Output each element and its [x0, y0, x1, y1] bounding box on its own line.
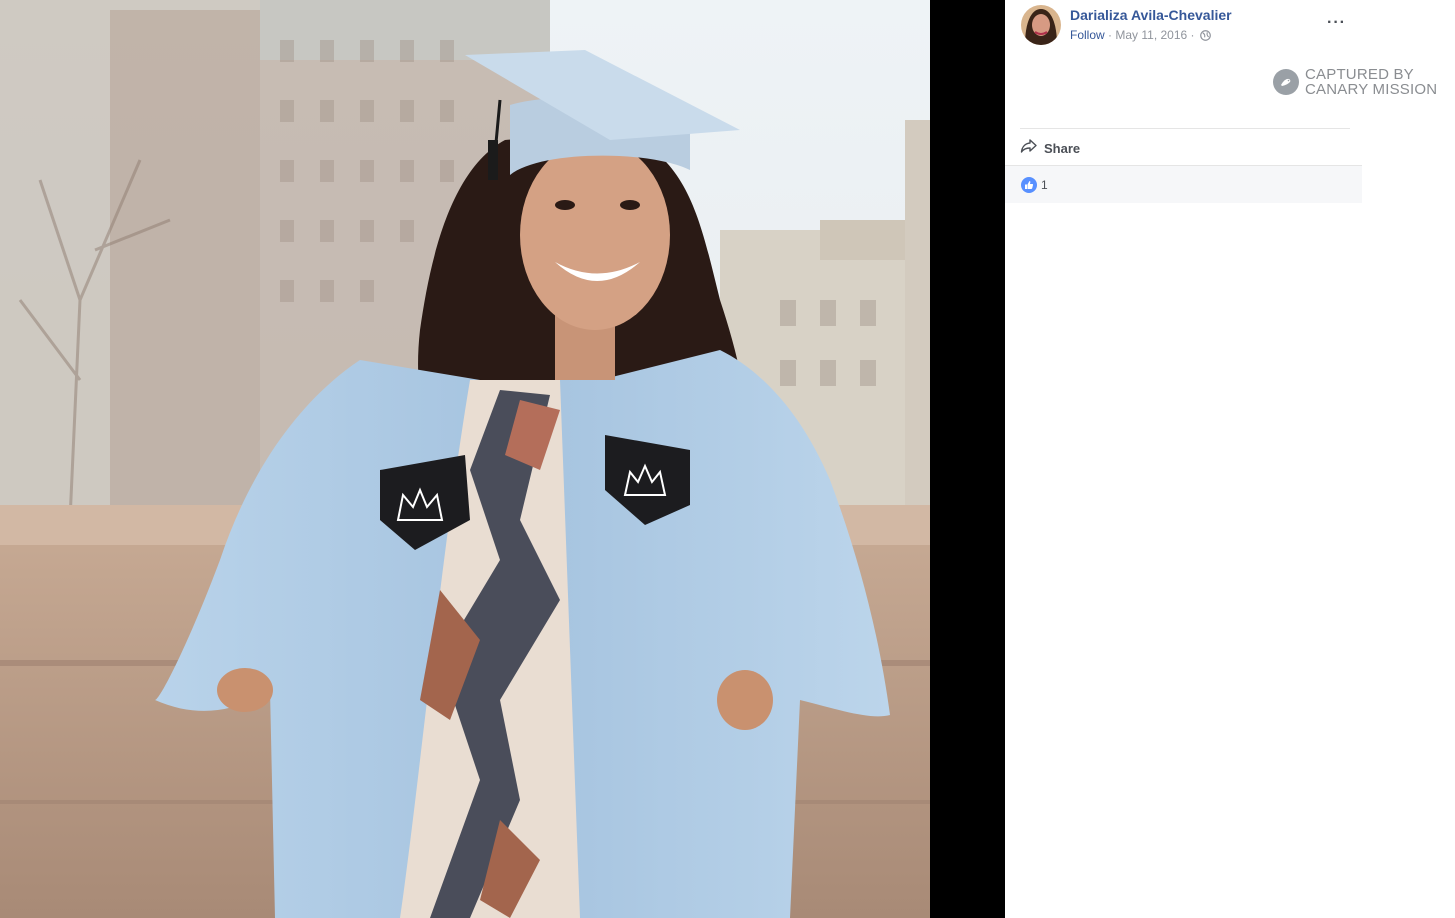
photo-illustration — [0, 0, 930, 918]
watermark-line-1: CAPTURED BY — [1305, 66, 1414, 83]
divider — [1020, 128, 1350, 129]
avatar[interactable] — [1021, 5, 1061, 45]
share-arrow-icon — [1020, 138, 1038, 159]
avatar-image — [1021, 5, 1061, 45]
post-date[interactable]: May 11, 2016 — [1115, 28, 1187, 42]
post-photo[interactable] — [0, 0, 930, 918]
meta-separator: · — [1104, 28, 1116, 42]
more-options-icon[interactable]: ··· — [1327, 14, 1346, 32]
reactions-bar[interactable]: 1 — [1005, 166, 1362, 203]
watermark-line-2: CANARY MISSION — [1305, 81, 1438, 98]
canary-mission-icon — [1273, 69, 1299, 95]
like-count[interactable]: 1 — [1041, 178, 1048, 192]
post-meta: Follow · May 11, 2016 · — [1070, 28, 1211, 44]
share-button[interactable]: Share — [1020, 138, 1080, 159]
watermark: CAPTURED BY CANARY MISSION — [1273, 67, 1437, 97]
watermark-text: CAPTURED BY CANARY MISSION — [1305, 67, 1437, 97]
post-sidebar: Darializa Avila-Chevalier Follow · May 1… — [1005, 0, 1455, 918]
author-name[interactable]: Darializa Avila-Chevalier — [1070, 7, 1232, 23]
share-label: Share — [1044, 141, 1081, 156]
globe-icon — [1199, 30, 1211, 44]
follow-link[interactable]: Follow — [1070, 28, 1105, 42]
like-reaction-icon[interactable] — [1021, 177, 1037, 193]
meta-separator-2: · — [1187, 28, 1198, 42]
lightbox-gutter — [930, 0, 1005, 918]
